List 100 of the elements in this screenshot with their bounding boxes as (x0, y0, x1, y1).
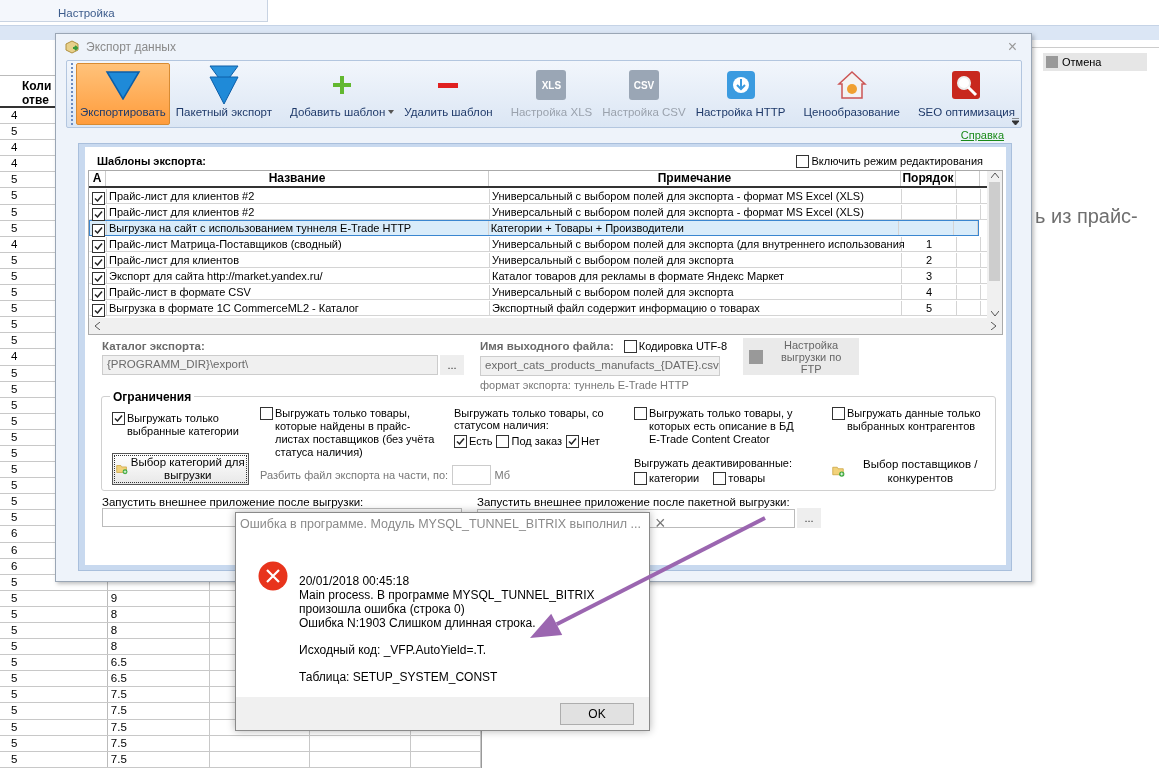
grid-cell: 4 (11, 350, 18, 363)
group-label: Выгружать деактивированные: (634, 457, 793, 469)
table-cell: 5 (925, 302, 933, 314)
table-cell: Выгрузка на сайт с использованием туннеля E-Trade HTTP (108, 222, 412, 234)
column-header: Примечание (657, 171, 732, 185)
table-cell: Универсальный с выбором полей для экспорта - формат MS Excel (XLS) (492, 206, 864, 218)
grid-cell: 5 (11, 720, 18, 733)
table-cell: Прайс-лист для клиентов #2 (109, 206, 255, 218)
grid-cell: 5 (11, 704, 18, 717)
grid-cell: 5 (11, 173, 18, 186)
checkbox-label: Выгружать данные только выбранных контрагентов (847, 407, 982, 433)
grid-cell: 6 (11, 559, 18, 572)
table-cell: Прайс-лист для клиентов #2 (109, 190, 255, 202)
column-header: Порядок (902, 171, 954, 185)
column-header: Коли отве (22, 79, 53, 107)
message-line: Таблица: SETUP_SYSTEM_CONST (299, 670, 499, 684)
message-line: Исходный код: _VFP.AutoYield=.T. (299, 643, 488, 657)
table-cell: 4 (925, 286, 933, 298)
field-label: Разбить файл экспорта на части, по: (260, 469, 449, 481)
grid-cell: 7.5 (110, 720, 127, 733)
table-cell: Универсальный с выбором полей для экспорта - формат MS Excel (XLS) (492, 190, 864, 202)
grid-cell: 6.5 (110, 672, 127, 685)
table-cell: 2 (925, 254, 933, 266)
grid-cell: 5 (11, 302, 18, 315)
table-cell: Экспорт для сайта http://market.yandex.ru/ (109, 270, 323, 282)
grid-cell: 5 (11, 624, 18, 636)
field-label: Каталог экспорта: (102, 340, 206, 352)
table-cell: Выгрузка в формате 1С CommerceML2 - Каталог (109, 302, 359, 314)
message-line: 20/01/2018 00:45:18 (299, 574, 411, 588)
grid-cell: 5 (11, 672, 18, 685)
checkbox-label: Есть (469, 435, 493, 448)
grid-cell: 5 (11, 189, 18, 202)
table-cell: Прайс-лист в формате CSV (109, 286, 251, 298)
file-type-icon: XLS (536, 70, 567, 100)
grid-cell: 5 (11, 318, 18, 331)
field-label: Запустить внешнее приложение после выгрузки: (102, 496, 365, 508)
checkbox-label: Включить режим редактирования (811, 154, 983, 168)
grid-cell: 8 (110, 640, 118, 653)
grid-cell: 5 (11, 591, 18, 604)
grid-cell: 7.5 (110, 736, 127, 749)
grid-cell: 5 (11, 479, 18, 492)
grid-cell: 5 (11, 398, 18, 411)
grid-cell: 6 (11, 543, 18, 556)
grid-cell: 5 (11, 640, 18, 653)
grid-cell: 5 (11, 607, 18, 620)
checkbox-label: категории (649, 472, 700, 485)
grid-cell: 5 (11, 430, 18, 443)
grid-cell: 5 (11, 495, 18, 508)
grid-cell: 4 (11, 157, 18, 170)
checkbox-label: товары (728, 472, 766, 485)
grid-cell: 5 (11, 269, 18, 282)
table-cell: Категории + Товары + Производители (490, 222, 684, 234)
grid-cell: 5 (11, 366, 18, 379)
grid-cell: 6 (11, 527, 18, 540)
table-cell: 1 (925, 238, 933, 250)
message-line: Main process. В программе MYSQL_TUNNEL_BITRIX (299, 588, 595, 602)
table-cell: Каталог товаров для рекламы в формате Яндекс Маркет (492, 270, 785, 282)
grid-cell: 4 (11, 109, 18, 121)
checkbox-label: Нет (581, 435, 600, 448)
heading-text: ь из прайс- (1035, 205, 1139, 228)
table-cell: Экспортный файл содержит информацию о товарах (492, 302, 760, 314)
dialog-title: Ошибка в программе. Модуль MYSQL_TUNNEL_BITRIX выполнил ... (240, 516, 642, 531)
grid-cell: 7.5 (110, 704, 127, 717)
grid-cell: 4 (11, 141, 18, 154)
message-line: Ошибка N:1903 Слишком длинная строка. (299, 616, 537, 630)
group-title: Ограничения (110, 390, 195, 404)
table-cell: Универсальный с выбором полей для экспорта (для внутреннего использования (492, 238, 905, 250)
file-type-icon: CSV (628, 70, 659, 100)
grid-cell: 5 (11, 463, 18, 476)
table-cell: Универсальный с выбором полей для экспорта (492, 254, 734, 266)
grid-cell: 4 (11, 237, 18, 250)
grid-cell: 5 (11, 125, 18, 138)
checkbox-label: Кодировка UTF-8 (638, 340, 728, 353)
grid-cell: 5 (11, 656, 18, 669)
grid-cell: 5 (11, 221, 18, 234)
table-cell: Прайс-лист Матрица-Поставщиков (сводный) (109, 238, 342, 250)
grid-cell: 5 (11, 382, 18, 395)
grid-cell: 5 (11, 253, 18, 266)
grid-cell: 5 (11, 511, 18, 524)
grid-cell: 5 (11, 414, 18, 427)
grid-cell: 5 (11, 736, 18, 749)
field-label: Имя выходного файла: (480, 340, 614, 353)
checkbox-label: Выгружать только товары, которые найдены в прайс-листах поставщиков (без учёта статуса наличия) (275, 407, 435, 459)
column-header: А (92, 171, 102, 185)
grid-cell: 5 (11, 688, 18, 701)
table-cell: Универсальный с выбором полей для экспорта (492, 286, 734, 298)
unit-label: Мб (494, 469, 510, 481)
message-line: произошла ошибка (строка 0) (299, 602, 466, 616)
field-label: Запустить внешнее приложение после пакетной выгрузки: (477, 496, 791, 508)
grid-cell: 5 (11, 205, 18, 218)
grid-cell: 5 (11, 286, 18, 299)
table-cell: Прайс-лист для клиентов (109, 254, 240, 266)
window-title: Экспорт данных (86, 40, 176, 54)
grid-cell: 5 (11, 752, 18, 765)
grid-cell: 5 (11, 446, 18, 459)
grid-cell: 7.5 (110, 752, 127, 765)
grid-cell: 7.5 (110, 688, 127, 701)
ribbon-group-label: Настройка (58, 7, 115, 21)
hint-text: формат экспорта: туннель E-Trade HTTP (480, 379, 690, 391)
grid-cell: 8 (110, 624, 118, 636)
